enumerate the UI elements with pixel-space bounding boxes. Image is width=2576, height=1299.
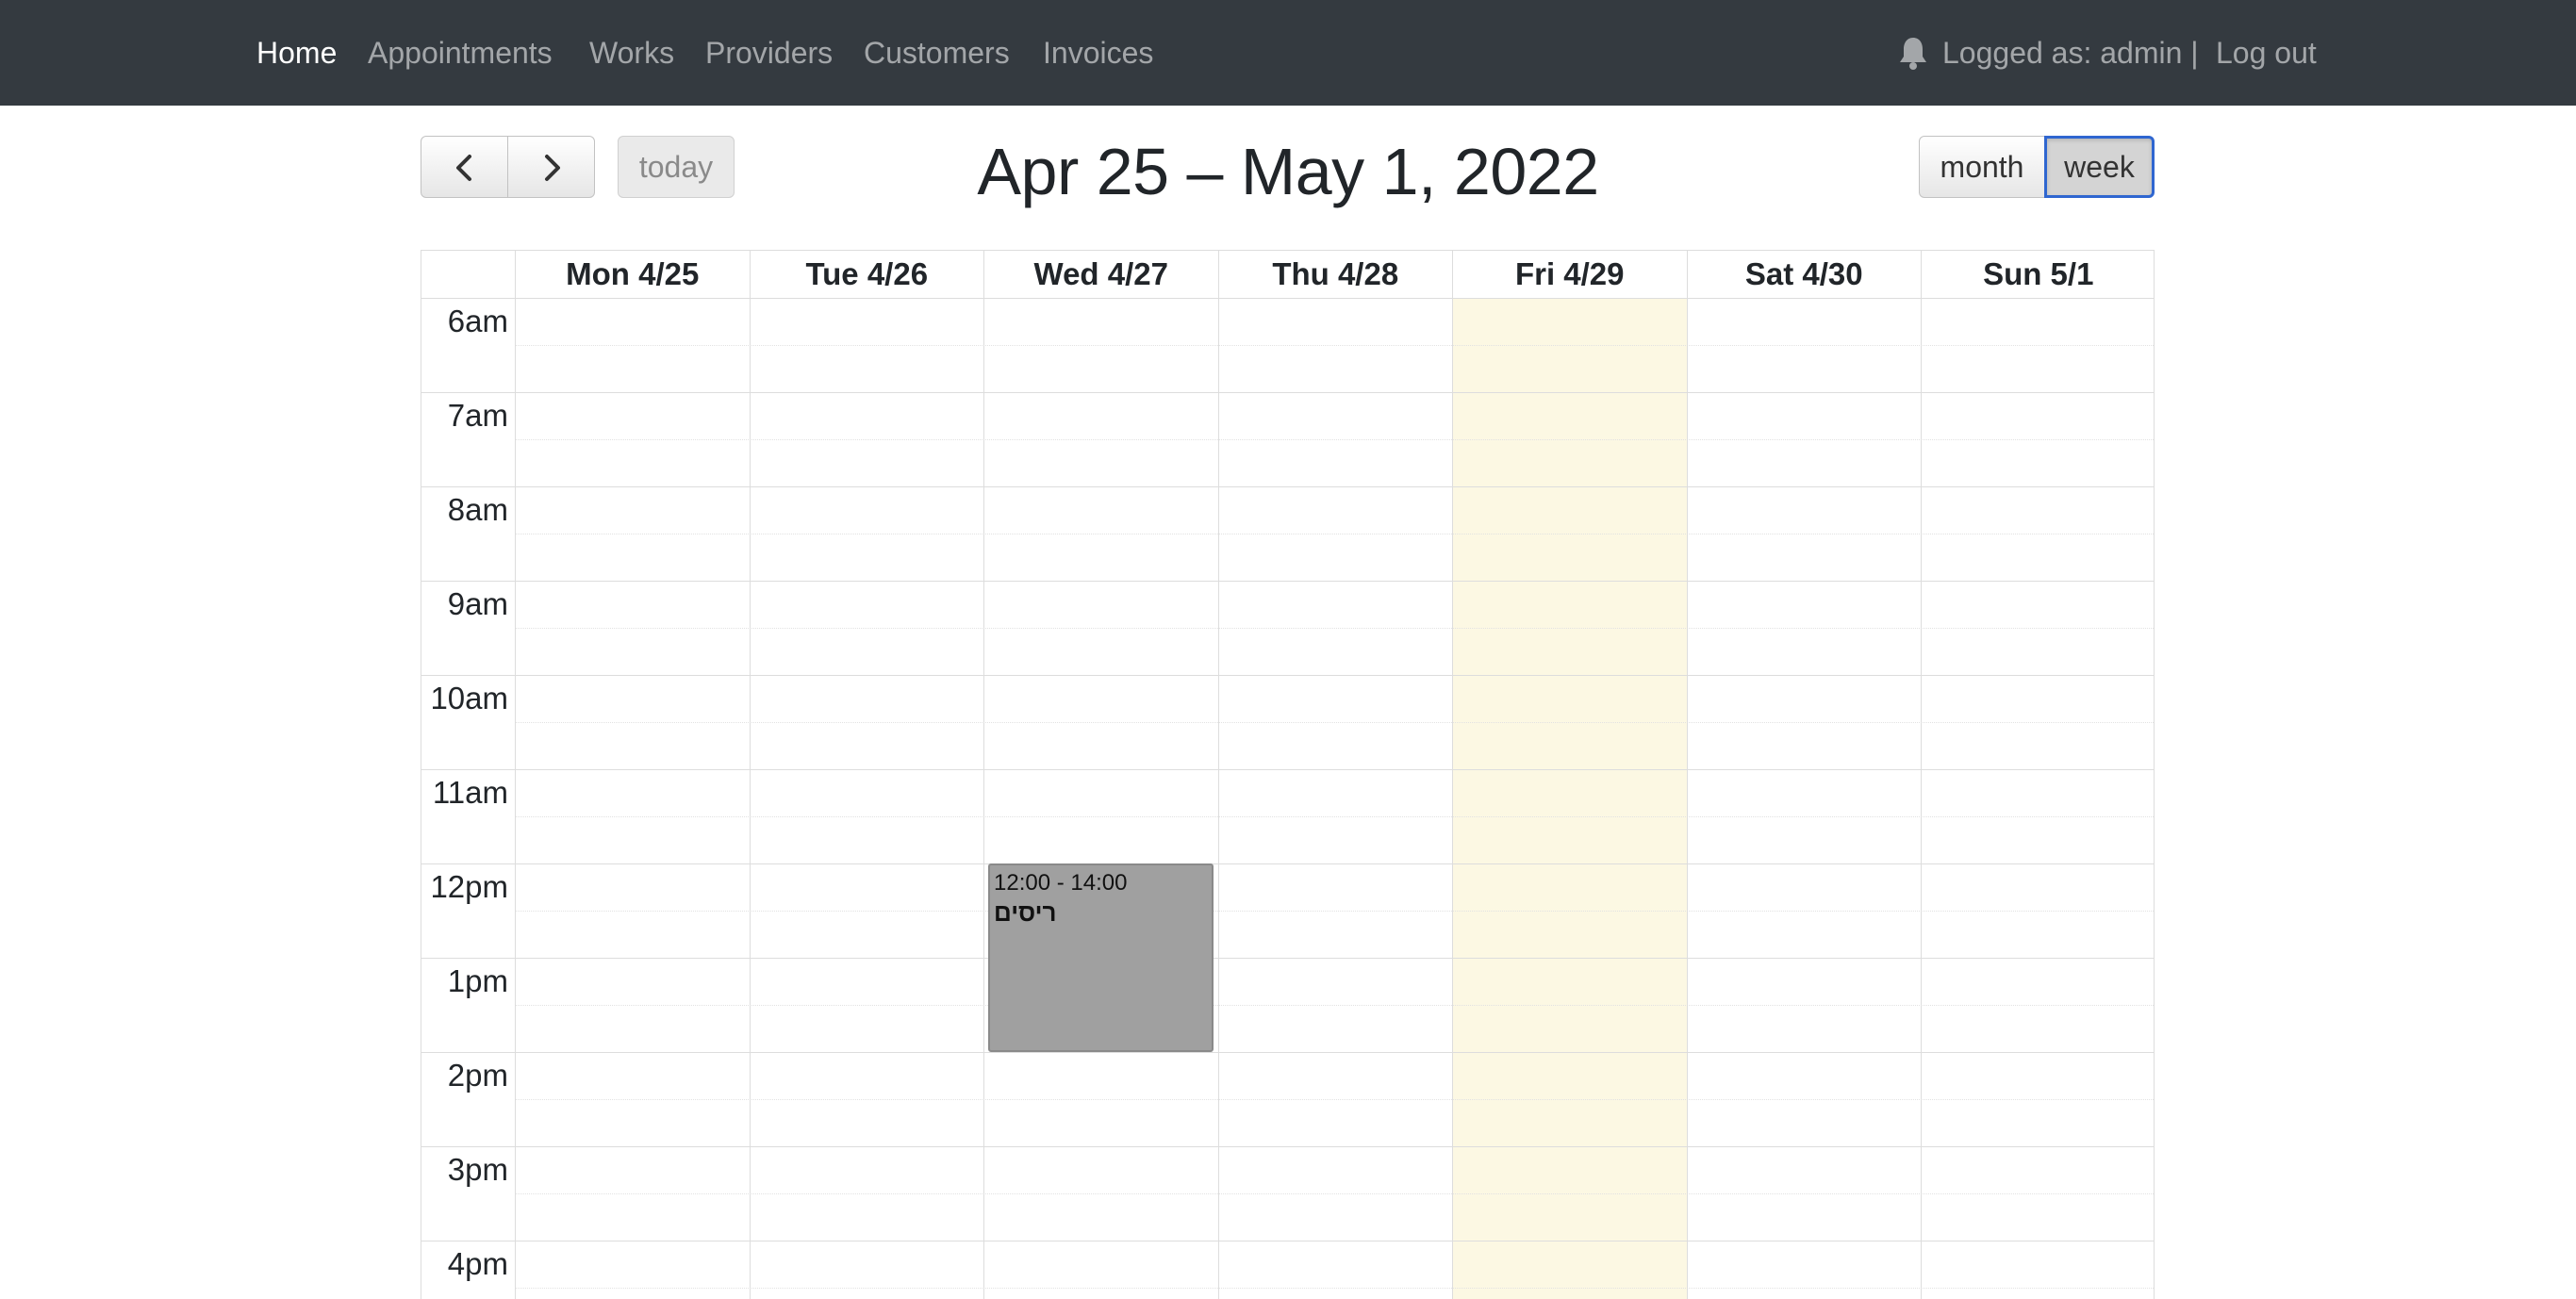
half-hour-line [515, 911, 2154, 912]
day-header-mon-4-25: Mon 4/25 [515, 251, 750, 298]
half-hour-line [515, 345, 2154, 346]
hour-line [421, 863, 2154, 864]
half-hour-line [515, 1005, 2154, 1006]
event-time: 12:00 - 14:00 [994, 870, 1128, 896]
hour-line [421, 581, 2154, 582]
today-column-highlight [1452, 299, 1687, 1299]
day-header-wed-4-27: Wed 4/27 [983, 251, 1218, 298]
half-hour-line [515, 1099, 2154, 1100]
nav-works-link[interactable]: Works [589, 0, 674, 106]
half-hour-line [515, 1193, 2154, 1194]
day-column-divider [749, 251, 751, 1299]
time-label-2pm: 2pm [447, 1058, 508, 1093]
nav-providers-link[interactable]: Providers [705, 0, 833, 106]
day-header-fri-4-29: Fri 4/29 [1452, 251, 1687, 298]
week-calendar-grid: 6am 7am 8am 9am 10am 11am 12pm 1pm 2pm 3pm 4pm Mon … [421, 250, 2155, 1299]
hour-line [421, 1052, 2154, 1053]
time-label-9am: 9am [447, 586, 508, 621]
day-column-divider [1686, 251, 1688, 1299]
time-label-7am: 7am [447, 398, 508, 433]
header-divider [421, 298, 2154, 299]
day-column-divider [1452, 251, 1453, 1299]
half-hour-line [515, 816, 2154, 817]
day-column-divider [983, 251, 984, 1299]
nav-appointments-link[interactable]: Appointments [368, 0, 553, 106]
hour-line [421, 1146, 2154, 1147]
month-view-button[interactable]: month [1919, 136, 2045, 198]
logout-link[interactable]: Log out [2216, 0, 2317, 106]
day-header-sat-4-30: Sat 4/30 [1686, 251, 1922, 298]
date-range-title: Apr 25 – May 1, 2022 [977, 135, 1599, 208]
event-title: ריסים [994, 898, 1057, 927]
hour-line [421, 769, 2154, 770]
bell-icon[interactable] [1898, 36, 1928, 70]
hour-line [421, 486, 2154, 487]
half-hour-line [515, 628, 2154, 629]
time-label-1pm: 1pm [447, 963, 508, 998]
time-label-6am: 6am [447, 304, 508, 338]
nav-invoices-link[interactable]: Invoices [1043, 0, 1153, 106]
day-header-tue-4-26: Tue 4/26 [749, 251, 984, 298]
hour-line [421, 392, 2154, 393]
logged-as-text: Logged as: admin | [1942, 36, 2199, 70]
hour-line [421, 958, 2154, 959]
week-view-button[interactable]: week [2044, 136, 2155, 198]
half-hour-line [515, 1288, 2154, 1289]
calendar-event[interactable]: 12:00 - 14:00 ריסים [988, 863, 1214, 1052]
day-header-thu-4-28: Thu 4/28 [1217, 251, 1453, 298]
time-label-4pm: 4pm [447, 1246, 508, 1281]
day-column-divider [515, 251, 516, 1299]
half-hour-line [515, 439, 2154, 440]
time-label-11am: 11am [432, 775, 508, 810]
nav-home-link[interactable]: Home [256, 0, 337, 106]
day-header-sun-5-1: Sun 5/1 [1921, 251, 2154, 298]
time-label-12pm: 12pm [430, 869, 508, 904]
hour-line [421, 675, 2154, 676]
time-label-8am: 8am [447, 492, 508, 527]
time-label-10am: 10am [430, 681, 508, 715]
half-hour-line [515, 722, 2154, 723]
top-navbar: Home Appointments Works Providers Custom… [0, 0, 2576, 106]
time-label-3pm: 3pm [447, 1152, 508, 1187]
day-column-divider [1217, 251, 1219, 1299]
nav-customers-link[interactable]: Customers [864, 0, 1010, 106]
day-column-divider [1921, 251, 1922, 1299]
